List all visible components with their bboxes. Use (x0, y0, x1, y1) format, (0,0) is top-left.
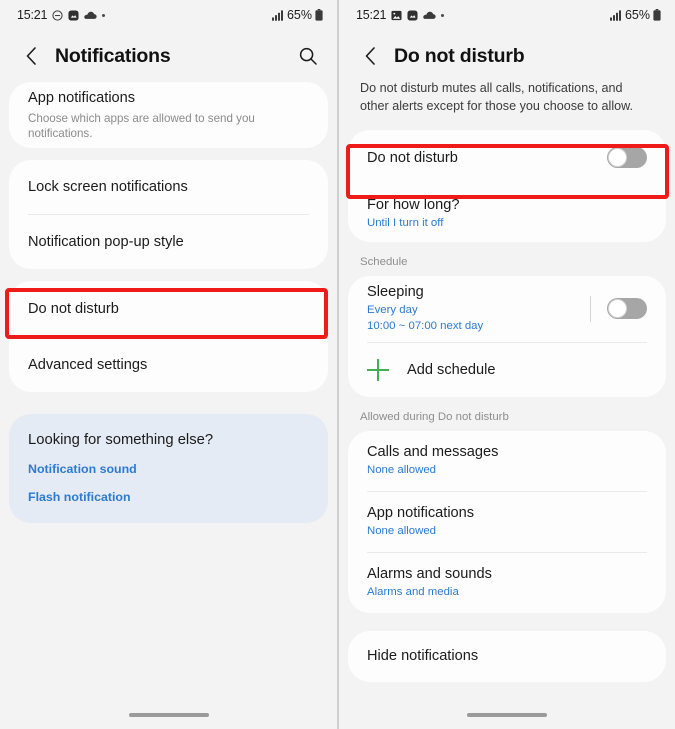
row-subtitle: Alarms and media (367, 586, 459, 598)
battery-percent: 65% (286, 8, 312, 22)
status-time: 15:21 (356, 8, 387, 22)
left-navigation-bar (0, 701, 337, 729)
list-item-subtitle: Choose which apps are allowed to send yo… (28, 111, 255, 140)
cloud-icon (423, 11, 436, 20)
status-right-group: 65% (271, 8, 323, 22)
page-title: Notifications (55, 44, 171, 67)
row-alarms-and-sounds[interactable]: Alarms and sounds Alarms and media (348, 553, 666, 613)
row-hide-notifications[interactable]: Hide notifications (348, 631, 666, 682)
gallery-icon (68, 9, 79, 21)
battery-percent: 65% (624, 8, 650, 22)
dot-icon (441, 13, 445, 17)
right-header: Do not disturb (339, 30, 675, 82)
row-title: Sleeping (367, 283, 424, 300)
row-title: Add schedule (407, 361, 496, 378)
row-sleeping-schedule[interactable]: Sleeping Every day 10:00 ~ 07:00 next da… (348, 276, 666, 342)
list-item-title: App notifications (28, 90, 136, 107)
search-icon[interactable] (295, 43, 321, 69)
left-header: Notifications (0, 30, 337, 82)
list-item-title: Do not disturb (28, 300, 119, 317)
list-item-do-not-disturb[interactable]: Do not disturb (9, 281, 328, 337)
status-left-group: 15:21 (17, 8, 106, 22)
row-title: For how long? (367, 196, 460, 213)
list-item-title: Lock screen notifications (28, 178, 188, 195)
row-calls-and-messages[interactable]: Calls and messages None allowed (348, 431, 666, 491)
app-notifications-card: App notifications Choose which apps are … (9, 82, 328, 148)
row-title: Do not disturb (367, 149, 458, 166)
dot-icon (102, 13, 106, 17)
row-add-schedule[interactable]: Add schedule (348, 343, 666, 397)
right-phone-screen: 15:21 65% Do not disturb Do not disturb … (337, 0, 675, 729)
cloud-icon (84, 11, 97, 20)
back-chevron-icon[interactable] (357, 43, 383, 69)
hide-notifications-card: Hide notifications (348, 630, 666, 682)
section-label-schedule: Schedule (360, 255, 408, 268)
battery-icon (653, 9, 661, 21)
right-navigation-bar (339, 701, 675, 729)
row-title: Alarms and sounds (367, 565, 492, 582)
home-gesture-handle[interactable] (467, 713, 547, 717)
status-right-group: 65% (609, 8, 661, 22)
row-title: Calls and messages (367, 443, 499, 460)
right-status-bar: 15:21 65% (339, 0, 675, 30)
row-title: App notifications (367, 504, 475, 521)
suggest-title: Looking for something else? (28, 432, 214, 448)
schedule-card: Sleeping Every day 10:00 ~ 07:00 next da… (348, 275, 666, 397)
back-chevron-icon[interactable] (18, 43, 44, 69)
sleeping-schedule-toggle[interactable] (607, 298, 647, 320)
row-subtitle: Until I turn it off (367, 217, 444, 229)
image-icon (391, 10, 402, 21)
status-left-group: 15:21 (356, 8, 445, 22)
row-for-how-long[interactable]: For how long? Until I turn it off (348, 186, 666, 242)
list-item-advanced-settings[interactable]: Advanced settings (9, 338, 328, 392)
section-label-allowed: Allowed during Do not disturb (360, 410, 509, 423)
row-app-notifications[interactable]: App notifications None allowed (348, 492, 666, 552)
page-description: Do not disturb mutes all calls, notifica… (360, 81, 634, 113)
dnd-minus-circle-icon (52, 9, 63, 21)
list-item-lock-screen-notifications[interactable]: Lock screen notifications (9, 160, 328, 214)
list-item-notification-popup-style[interactable]: Notification pop-up style (9, 215, 328, 269)
allowed-card: Calls and messages None allowed App noti… (348, 430, 666, 613)
dnd-main-card: Do not disturb For how long? Until I tur… (348, 129, 666, 242)
signal-bars-icon (271, 9, 284, 21)
list-item-app-notifications[interactable]: App notifications Choose which apps are … (9, 82, 328, 148)
page-title: Do not disturb (394, 44, 525, 67)
row-subtitle: None allowed (367, 525, 437, 537)
lockscreen-popup-card: Lock screen notifications Notification p… (9, 160, 328, 269)
do-not-disturb-toggle[interactable] (607, 147, 647, 169)
dnd-advanced-card: Do not disturb Advanced settings (9, 281, 328, 392)
status-time: 15:21 (17, 8, 48, 22)
list-item-title: Advanced settings (28, 356, 148, 373)
left-phone-screen: 15:21 65% Notifications App notification… (0, 0, 337, 729)
looking-for-something-else-card: Looking for something else? Notification… (9, 414, 328, 523)
plus-icon (367, 358, 389, 381)
dual-screenshot-container: 15:21 65% Notifications App notification… (0, 0, 675, 729)
signal-bars-icon (609, 9, 622, 21)
row-do-not-disturb-toggle[interactable]: Do not disturb (348, 130, 666, 186)
list-item-title: Notification pop-up style (28, 233, 184, 250)
toggle-knob (608, 148, 627, 168)
link-notification-sound[interactable]: Notification sound (28, 462, 309, 476)
row-vertical-divider (590, 295, 591, 322)
left-status-bar: 15:21 65% (0, 0, 337, 30)
battery-icon (315, 9, 323, 21)
row-subtitle-time: 10:00 ~ 07:00 next day (367, 319, 484, 332)
row-subtitle: None allowed (367, 464, 437, 476)
home-gesture-handle[interactable] (128, 713, 209, 717)
row-title: Hide notifications (367, 648, 479, 665)
link-flash-notification[interactable]: Flash notification (28, 490, 309, 504)
gallery-icon (407, 9, 418, 21)
row-subtitle-days: Every day (367, 304, 418, 317)
toggle-knob (608, 299, 627, 319)
